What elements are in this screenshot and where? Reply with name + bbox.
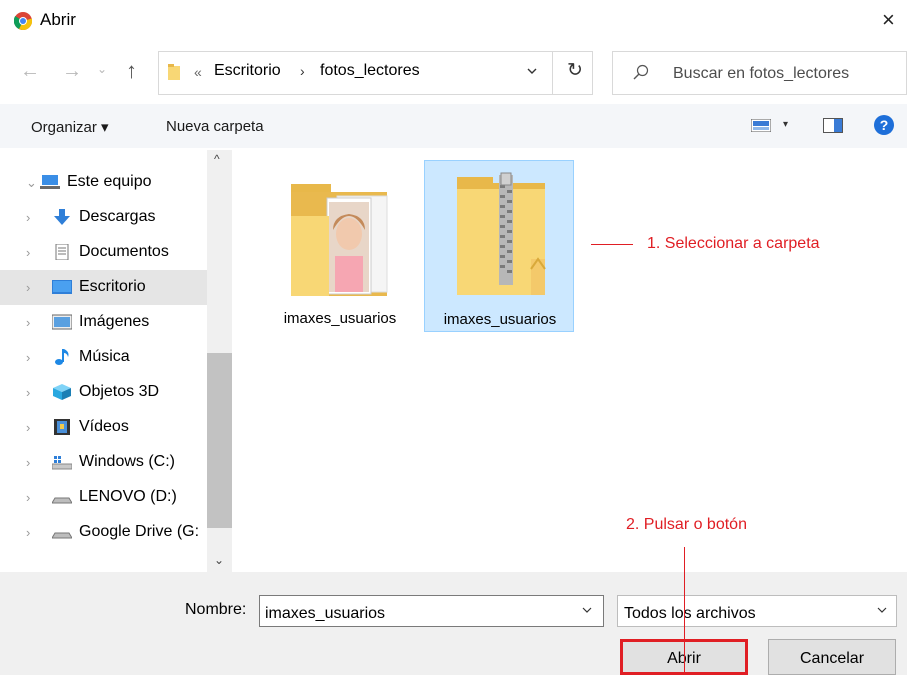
chevron-down-icon[interactable] xyxy=(582,605,592,615)
sidebar-item-documentos[interactable]: › Documentos xyxy=(0,235,207,270)
forward-button[interactable]: → xyxy=(62,60,82,83)
sidebar-item-label: Vídeos xyxy=(79,418,129,435)
music-icon xyxy=(55,349,69,365)
windows-drive-icon xyxy=(52,456,72,470)
file-name: imaxes_usuarios xyxy=(443,311,557,328)
organize-button[interactable]: Organizar ▾ xyxy=(31,118,109,136)
sidebar-item-escritorio[interactable]: › Escritorio xyxy=(0,270,207,305)
chevron-right-icon[interactable]: › xyxy=(26,210,30,225)
annotation-line xyxy=(684,547,685,675)
sidebar-item-label: Google Drive (G: xyxy=(79,523,200,540)
scroll-down-button[interactable]: ⌄ xyxy=(214,553,224,567)
refresh-icon[interactable]: ↻ xyxy=(567,59,583,82)
sidebar-item-label: Imágenes xyxy=(79,313,150,330)
recent-locations-button[interactable]: ⌄ xyxy=(97,62,107,76)
breadcrumb-escritorio[interactable]: Escritorio xyxy=(214,62,281,80)
sidebar-item-label: LENOVO (D:) xyxy=(79,488,177,505)
sidebar-item-objetos-3d[interactable]: › Objetos 3D xyxy=(0,375,207,410)
photo-folder-icon xyxy=(291,184,388,296)
chevron-right-icon[interactable]: › xyxy=(26,280,30,295)
scrollbar-thumb[interactable] xyxy=(207,353,232,528)
filename-label: Nombre: xyxy=(185,601,247,618)
file-item-zip-folder[interactable]: imaxes_usuarios xyxy=(424,160,574,332)
window-title: Abrir xyxy=(40,10,76,29)
sidebar-item-label: Windows (C:) xyxy=(79,453,176,470)
sidebar-item-label: Documentos xyxy=(79,243,169,260)
chevron-down-icon[interactable] xyxy=(527,66,537,76)
chevron-right-icon[interactable]: › xyxy=(26,525,30,540)
search-placeholder: Buscar en fotos_lectores xyxy=(673,65,850,82)
sidebar-item-este-equipo[interactable]: ⌄ Este equipo xyxy=(0,165,207,200)
breadcrumb-overflow[interactable]: « xyxy=(194,64,202,80)
breadcrumb-separator[interactable]: › xyxy=(300,63,305,79)
sidebar-item-google-drive[interactable]: › Google Drive (G: xyxy=(0,515,207,550)
up-button[interactable]: ↑ xyxy=(126,58,137,84)
chrome-icon xyxy=(14,12,32,30)
chevron-right-icon[interactable]: › xyxy=(26,490,30,505)
chevron-right-icon[interactable]: › xyxy=(26,245,30,260)
cancel-button-label[interactable]: Cancelar xyxy=(768,650,896,668)
sidebar-item-label: Este equipo xyxy=(67,173,152,190)
chevron-down-icon[interactable]: ⌄ xyxy=(26,175,37,191)
file-type-value[interactable]: Todos los archivos xyxy=(624,605,756,623)
sidebar-item-windows-c[interactable]: › Windows (C:) xyxy=(0,445,207,480)
help-icon[interactable]: ? xyxy=(874,115,894,135)
title-bar xyxy=(0,0,907,42)
sidebar-item-label: Música xyxy=(79,348,130,365)
annotation-step-1: 1. Seleccionar a carpeta xyxy=(647,235,820,252)
new-folder-button[interactable]: Nueva carpeta xyxy=(166,118,264,135)
filename-value[interactable]: imaxes_usuarios xyxy=(265,605,385,623)
sidebar-item-descargas[interactable]: › Descargas xyxy=(0,200,207,235)
drive-icon xyxy=(52,532,72,539)
preview-pane-icon[interactable] xyxy=(823,118,843,133)
pictures-icon xyxy=(52,314,72,330)
close-button[interactable]: × xyxy=(882,7,895,33)
download-icon xyxy=(54,209,70,225)
drive-icon xyxy=(52,497,72,504)
search-icon xyxy=(633,64,649,80)
sidebar-item-videos[interactable]: › Vídeos xyxy=(0,410,207,445)
chevron-right-icon[interactable]: › xyxy=(26,350,30,365)
view-options-dropdown[interactable]: ▾ xyxy=(783,119,788,130)
annotation-step-2: 2. Pulsar o botón xyxy=(626,516,747,533)
annotation-line xyxy=(591,244,633,245)
sidebar-item-label: Descargas xyxy=(79,208,156,225)
document-icon xyxy=(55,244,69,260)
sidebar-item-label: Escritorio xyxy=(79,278,146,295)
chevron-right-icon[interactable]: › xyxy=(26,420,30,435)
folder-icon xyxy=(168,64,180,80)
chevron-right-icon[interactable]: › xyxy=(26,315,30,330)
zip-folder-icon xyxy=(457,172,546,295)
chevron-right-icon[interactable]: › xyxy=(26,385,30,400)
breadcrumb-fotos-lectores[interactable]: fotos_lectores xyxy=(320,62,420,80)
chevron-right-icon[interactable]: › xyxy=(26,455,30,470)
sidebar-item-musica[interactable]: › Música xyxy=(0,340,207,375)
videos-icon xyxy=(54,419,70,435)
scroll-up-button[interactable]: ^ xyxy=(214,152,220,166)
sidebar-item-imagenes[interactable]: › Imágenes xyxy=(0,305,207,340)
back-button[interactable]: ← xyxy=(20,60,40,83)
navigation-pane: ⌄ Este equipo › Descargas › Documentos ›… xyxy=(0,150,232,572)
sidebar-item-lenovo-d[interactable]: › LENOVO (D:) xyxy=(0,480,207,515)
file-item-photo-folder[interactable]: imaxes_usuarios xyxy=(265,160,415,332)
3d-objects-icon xyxy=(53,384,71,400)
computer-icon xyxy=(40,175,60,189)
sidebar-item-label: Objetos 3D xyxy=(79,383,160,400)
chevron-down-icon[interactable] xyxy=(877,605,887,615)
file-name: imaxes_usuarios xyxy=(283,310,397,327)
desktop-icon xyxy=(52,280,72,294)
view-icon[interactable] xyxy=(751,119,771,132)
